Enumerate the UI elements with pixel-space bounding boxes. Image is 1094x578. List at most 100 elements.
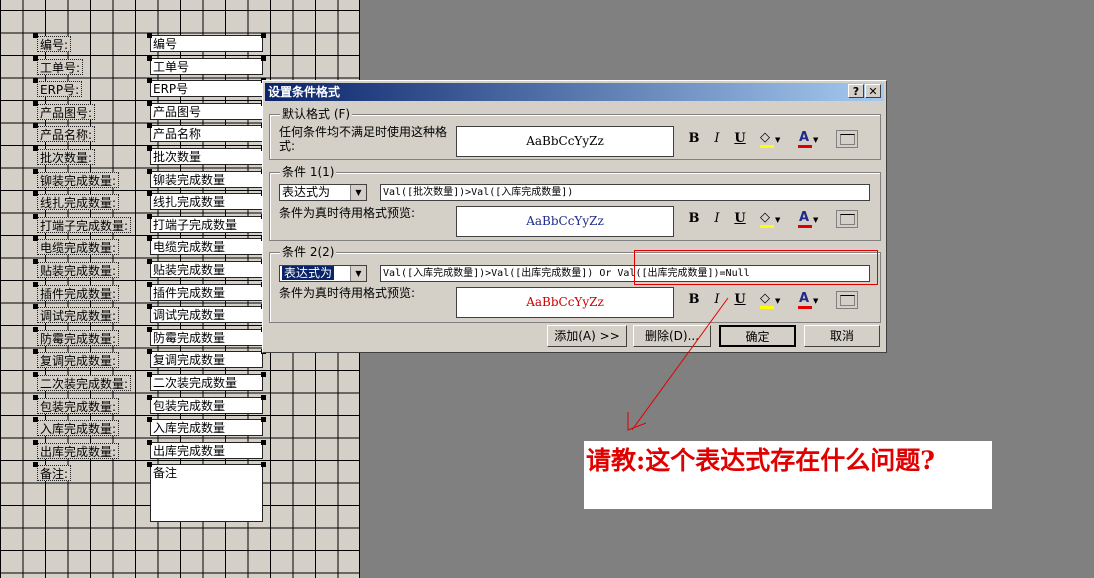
selection-handle[interactable]	[147, 100, 152, 106]
selection-handle[interactable]	[147, 372, 152, 377]
form-field-textbox[interactable]: 调试完成数量	[150, 306, 263, 324]
border-icon[interactable]	[836, 130, 858, 148]
add-condition-button[interactable]: 添加(A) >>	[547, 325, 627, 347]
form-field-textbox[interactable]: 备注	[150, 464, 263, 523]
form-field-label[interactable]: 二次装完成数量:	[37, 375, 132, 391]
selection-handle[interactable]	[261, 462, 266, 468]
form-field-label[interactable]: 打端子完成数量:	[37, 216, 132, 233]
selection-handle[interactable]	[33, 168, 38, 174]
form-field-textbox[interactable]: 打端子完成数量	[150, 215, 263, 233]
selection-handle[interactable]	[147, 462, 152, 468]
form-field-textbox[interactable]: 电缆完成数量	[150, 238, 263, 256]
form-field-label[interactable]: 批次数量:	[37, 149, 96, 165]
selection-handle[interactable]	[147, 213, 152, 219]
selection-handle[interactable]	[147, 326, 152, 332]
italic-button[interactable]: I	[708, 211, 726, 227]
form-field-textbox[interactable]: 入库完成数量	[150, 419, 263, 437]
selection-handle[interactable]	[33, 462, 38, 468]
selection-handle[interactable]	[33, 394, 38, 400]
form-field-label[interactable]: 出库完成数量:	[37, 442, 120, 459]
form-field-textbox[interactable]: 产品图号	[150, 102, 263, 120]
selection-handle[interactable]	[261, 394, 266, 400]
selection-handle[interactable]	[147, 417, 152, 423]
selection-handle[interactable]	[147, 259, 152, 264]
ok-button[interactable]: 确定	[719, 325, 796, 347]
selection-handle[interactable]	[147, 349, 152, 355]
form-field-label[interactable]: 贴装完成数量:	[37, 262, 120, 278]
border-icon[interactable]	[836, 210, 858, 228]
selection-handle[interactable]	[33, 78, 38, 84]
underline-button[interactable]: U	[731, 131, 749, 147]
help-button[interactable]: ?	[848, 84, 864, 98]
italic-button[interactable]: I	[708, 292, 726, 308]
selection-handle[interactable]	[33, 304, 38, 310]
selection-handle[interactable]	[147, 304, 152, 310]
form-field-label[interactable]: 入库完成数量:	[37, 420, 120, 437]
form-field-label[interactable]: 防霉完成数量:	[37, 329, 120, 346]
font-color-icon[interactable]: A ▼	[796, 291, 822, 310]
bold-button[interactable]: B	[685, 211, 703, 227]
form-field-label[interactable]: 电缆完成数量:	[37, 239, 120, 256]
selection-handle[interactable]	[261, 439, 266, 445]
selection-handle[interactable]	[147, 146, 152, 151]
selection-handle[interactable]	[147, 78, 152, 84]
form-field-textbox[interactable]: 复调完成数量	[150, 351, 263, 369]
selection-handle[interactable]	[147, 33, 152, 38]
selection-handle[interactable]	[261, 55, 266, 61]
selection-handle[interactable]	[33, 259, 38, 264]
selection-handle[interactable]	[261, 372, 266, 377]
selection-handle[interactable]	[147, 123, 152, 129]
font-color-icon[interactable]: A ▼	[796, 130, 822, 149]
form-field-label[interactable]: 产品名称:	[37, 126, 96, 143]
selection-handle[interactable]	[147, 55, 152, 61]
form-field-textbox[interactable]: 工单号	[150, 57, 263, 75]
selection-handle[interactable]	[147, 168, 152, 174]
form-field-label[interactable]: 编号:	[37, 36, 72, 52]
selection-handle[interactable]	[33, 417, 38, 423]
cancel-button[interactable]: 取消	[804, 325, 880, 347]
selection-handle[interactable]	[33, 33, 38, 38]
form-field-label[interactable]: 线扎完成数量:	[37, 194, 120, 211]
selection-handle[interactable]	[147, 394, 152, 400]
form-field-textbox[interactable]: 编号	[150, 35, 263, 52]
selection-handle[interactable]	[33, 213, 38, 219]
delete-condition-button[interactable]: 删除(D)...	[633, 325, 711, 347]
selection-handle[interactable]	[33, 55, 38, 61]
paint-bucket-icon[interactable]: ◇ ▼	[758, 210, 784, 229]
condition-1-type-select[interactable]: 表达式为 ▼	[279, 184, 367, 201]
form-field-textbox[interactable]: 出库完成数量	[150, 441, 263, 459]
dropdown-arrow-icon[interactable]: ▼	[350, 185, 366, 200]
selection-handle[interactable]	[147, 439, 152, 445]
selection-handle[interactable]	[33, 100, 38, 106]
form-field-textbox[interactable]: 插件完成数量	[150, 283, 263, 301]
paint-bucket-icon[interactable]: ◇ ▼	[758, 291, 784, 310]
form-field-textbox[interactable]: 包装完成数量	[150, 396, 263, 414]
underline-button[interactable]: U	[731, 211, 749, 227]
selection-handle[interactable]	[33, 236, 38, 242]
selection-handle[interactable]	[33, 191, 38, 197]
form-field-label[interactable]: ERP号:	[37, 81, 83, 98]
form-field-label[interactable]: 插件完成数量:	[37, 284, 120, 301]
bold-button[interactable]: B	[685, 292, 703, 308]
form-field-label[interactable]: 工单号:	[37, 58, 84, 75]
form-field-textbox[interactable]: 线扎完成数量	[150, 193, 263, 211]
selection-handle[interactable]	[147, 281, 152, 287]
dropdown-arrow-icon[interactable]: ▼	[350, 266, 366, 281]
form-field-label[interactable]: 调试完成数量:	[37, 307, 120, 324]
condition-2-type-select[interactable]: 表达式为 ▼	[279, 265, 367, 282]
form-field-textbox[interactable]: 贴装完成数量	[150, 261, 263, 278]
font-color-icon[interactable]: A ▼	[796, 210, 822, 229]
border-icon[interactable]	[836, 291, 858, 309]
condition-1-expression-input[interactable]: Val([批次数量])>Val([入库完成数量])	[380, 184, 870, 201]
selection-handle[interactable]	[33, 439, 38, 445]
form-field-textbox[interactable]: ERP号	[150, 80, 263, 98]
form-field-textbox[interactable]: 防霉完成数量	[150, 328, 263, 346]
form-field-textbox[interactable]: 二次装完成数量	[150, 374, 263, 391]
close-button[interactable]: ✕	[865, 84, 881, 98]
selection-handle[interactable]	[33, 146, 38, 151]
selection-handle[interactable]	[147, 191, 152, 197]
form-field-label[interactable]: 复调完成数量:	[37, 352, 120, 369]
selection-handle[interactable]	[261, 417, 266, 423]
selection-handle[interactable]	[33, 123, 38, 129]
bold-button[interactable]: B	[685, 131, 703, 147]
